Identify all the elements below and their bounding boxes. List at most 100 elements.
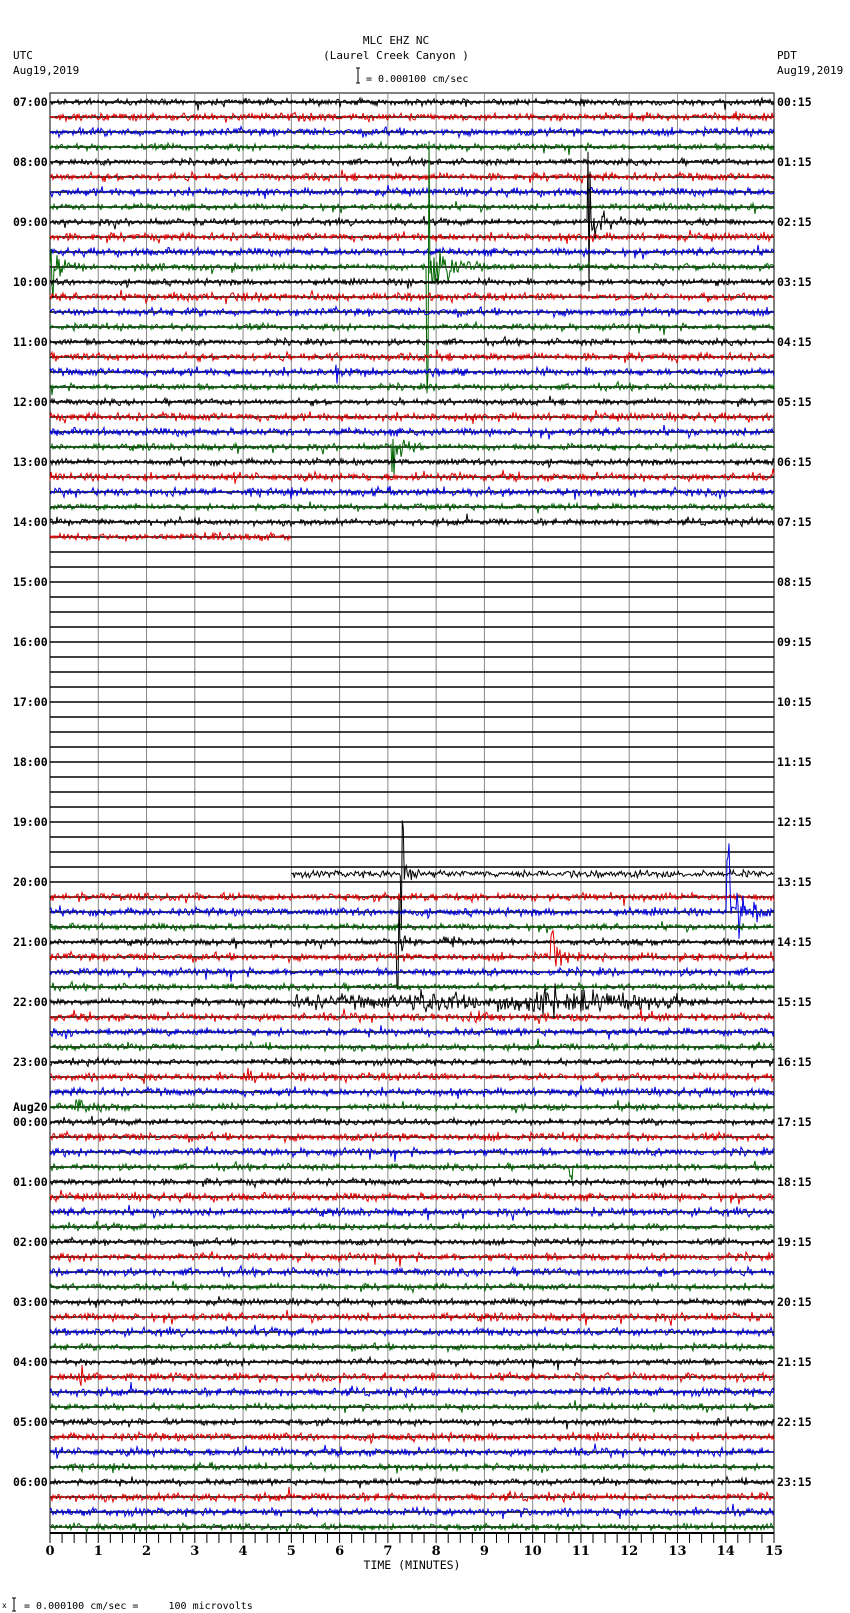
trace-70 [49, 1145, 775, 1162]
trace-8 [49, 151, 775, 292]
trace-93 [49, 1487, 775, 1504]
x-axis-label: TIME (MINUTES) [364, 1558, 461, 1572]
trace-15 [49, 320, 775, 336]
right-hour-label: 22:15 [777, 1415, 812, 1429]
right-hour-label: 05:15 [777, 395, 812, 409]
trace-61 [49, 1008, 775, 1025]
trace-67 [49, 1099, 775, 1114]
left-hour-label: 02:00 [13, 1235, 48, 1249]
trace-75 [49, 1220, 775, 1233]
x-tick-label: 4 [239, 1544, 248, 1559]
trace-23 [49, 438, 774, 477]
station-title: MLC EHZ NC [363, 34, 429, 47]
x-tick-label: 8 [432, 1544, 441, 1559]
x-tick-label: 2 [142, 1544, 151, 1559]
trace-5 [49, 169, 775, 184]
left-hour-label: 21:00 [13, 935, 48, 949]
left-hour-label: 13:00 [13, 455, 48, 469]
left-hour-label: 17:00 [13, 695, 48, 709]
x-tick-label: 6 [335, 1544, 344, 1559]
footer-scale-bar-icon [12, 1597, 16, 1612]
left-hour-label: 15:00 [13, 575, 48, 589]
x-tick-label: 9 [480, 1544, 489, 1559]
x-tick-label: 12 [620, 1544, 638, 1559]
trace-84 [49, 1355, 775, 1371]
left-hour-label: 22:00 [13, 995, 48, 1009]
trace-86 [49, 1382, 775, 1399]
right-hour-label: 17:15 [777, 1115, 812, 1129]
right-hour-label: 11:15 [777, 755, 812, 769]
left-date: Aug19,2019 [13, 64, 79, 77]
trace-12 [49, 276, 775, 289]
left-hour-label: 20:00 [13, 875, 48, 889]
right-hour-label: 04:15 [777, 335, 812, 349]
right-hour-label: 14:15 [777, 935, 812, 949]
right-hour-label: 09:15 [777, 635, 812, 649]
trace-68 [49, 1115, 775, 1128]
x-tick-label: 7 [383, 1544, 392, 1559]
helicorder-chart: MLC EHZ NC (Laurel Creek Canyon ) UTC Au… [2, 34, 843, 1612]
left-hour-label: 23:00 [13, 1055, 48, 1069]
footer-marker: x [2, 1601, 7, 1610]
trace-58 [49, 965, 775, 982]
right-hour-label: 15:15 [777, 995, 812, 1009]
right-hour-label: 03:15 [777, 275, 812, 289]
scale-text: = 0.000100 cm/sec [366, 74, 468, 85]
trace-18 [49, 364, 775, 384]
x-tick-label: 1 [94, 1544, 103, 1559]
left-hour-label: 03:00 [13, 1295, 48, 1309]
trace-88 [49, 1415, 775, 1430]
right-hour-label: 10:15 [777, 695, 812, 709]
x-tick-label: 11 [572, 1544, 590, 1559]
x-tick-label: 3 [190, 1544, 199, 1559]
scale-bar-icon [356, 67, 360, 84]
trace-90 [49, 1443, 775, 1460]
right-timezone: PDT [777, 49, 797, 62]
trace-29 [49, 531, 292, 543]
seismic-traces [49, 96, 775, 1535]
trace-65 [49, 1067, 775, 1085]
trace-24 [49, 456, 775, 469]
left-hour-label: 06:00 [13, 1475, 48, 1489]
left-hour-label: 08:00 [13, 155, 48, 169]
right-hour-label: 12:15 [777, 815, 812, 829]
right-date: Aug19,2019 [777, 64, 843, 77]
trace-74 [49, 1204, 775, 1221]
trace-63 [49, 1038, 775, 1053]
trace-55 [49, 921, 775, 934]
left-hour-label: 16:00 [13, 635, 48, 649]
trace-59 [49, 980, 775, 993]
trace-53 [49, 890, 775, 906]
left-hour-label: 12:00 [13, 395, 48, 409]
right-hour-label: 19:15 [777, 1235, 812, 1249]
right-hour-label: 07:15 [777, 515, 812, 529]
left-hour-label: 07:00 [13, 95, 48, 109]
left-hour-label: 01:00 [13, 1175, 48, 1189]
station-location: (Laurel Creek Canyon ) [323, 49, 469, 62]
right-hour-label: 13:15 [777, 875, 812, 889]
left-hour-label: 05:00 [13, 1415, 48, 1429]
right-hour-label: 02:15 [777, 215, 812, 229]
footer-scale-text: = 0.000100 cm/sec = 100 microvolts [24, 1601, 253, 1612]
trace-3 [49, 140, 775, 156]
trace-26 [49, 484, 775, 500]
trace-85 [49, 1365, 775, 1386]
trace-81 [49, 1309, 775, 1326]
left-timezone: UTC [13, 49, 33, 62]
trace-6 [49, 184, 775, 200]
date-change-label: Aug20 [13, 1100, 48, 1114]
x-tick-label: 10 [524, 1544, 542, 1559]
trace-28 [49, 513, 775, 528]
right-hour-label: 16:15 [777, 1055, 812, 1069]
right-hour-label: 23:15 [777, 1475, 812, 1489]
left-hour-label: 18:00 [13, 755, 48, 769]
right-hour-label: 00:15 [777, 95, 812, 109]
left-hour-label: 11:00 [13, 335, 48, 349]
right-hour-label: 06:15 [777, 455, 812, 469]
trace-19 [49, 380, 775, 396]
x-tick-label: 14 [717, 1544, 735, 1559]
left-hour-label: 19:00 [13, 815, 48, 829]
x-tick-label: 13 [668, 1544, 686, 1559]
left-hour-label: 04:00 [13, 1355, 48, 1369]
left-hour-label: 09:00 [13, 215, 48, 229]
